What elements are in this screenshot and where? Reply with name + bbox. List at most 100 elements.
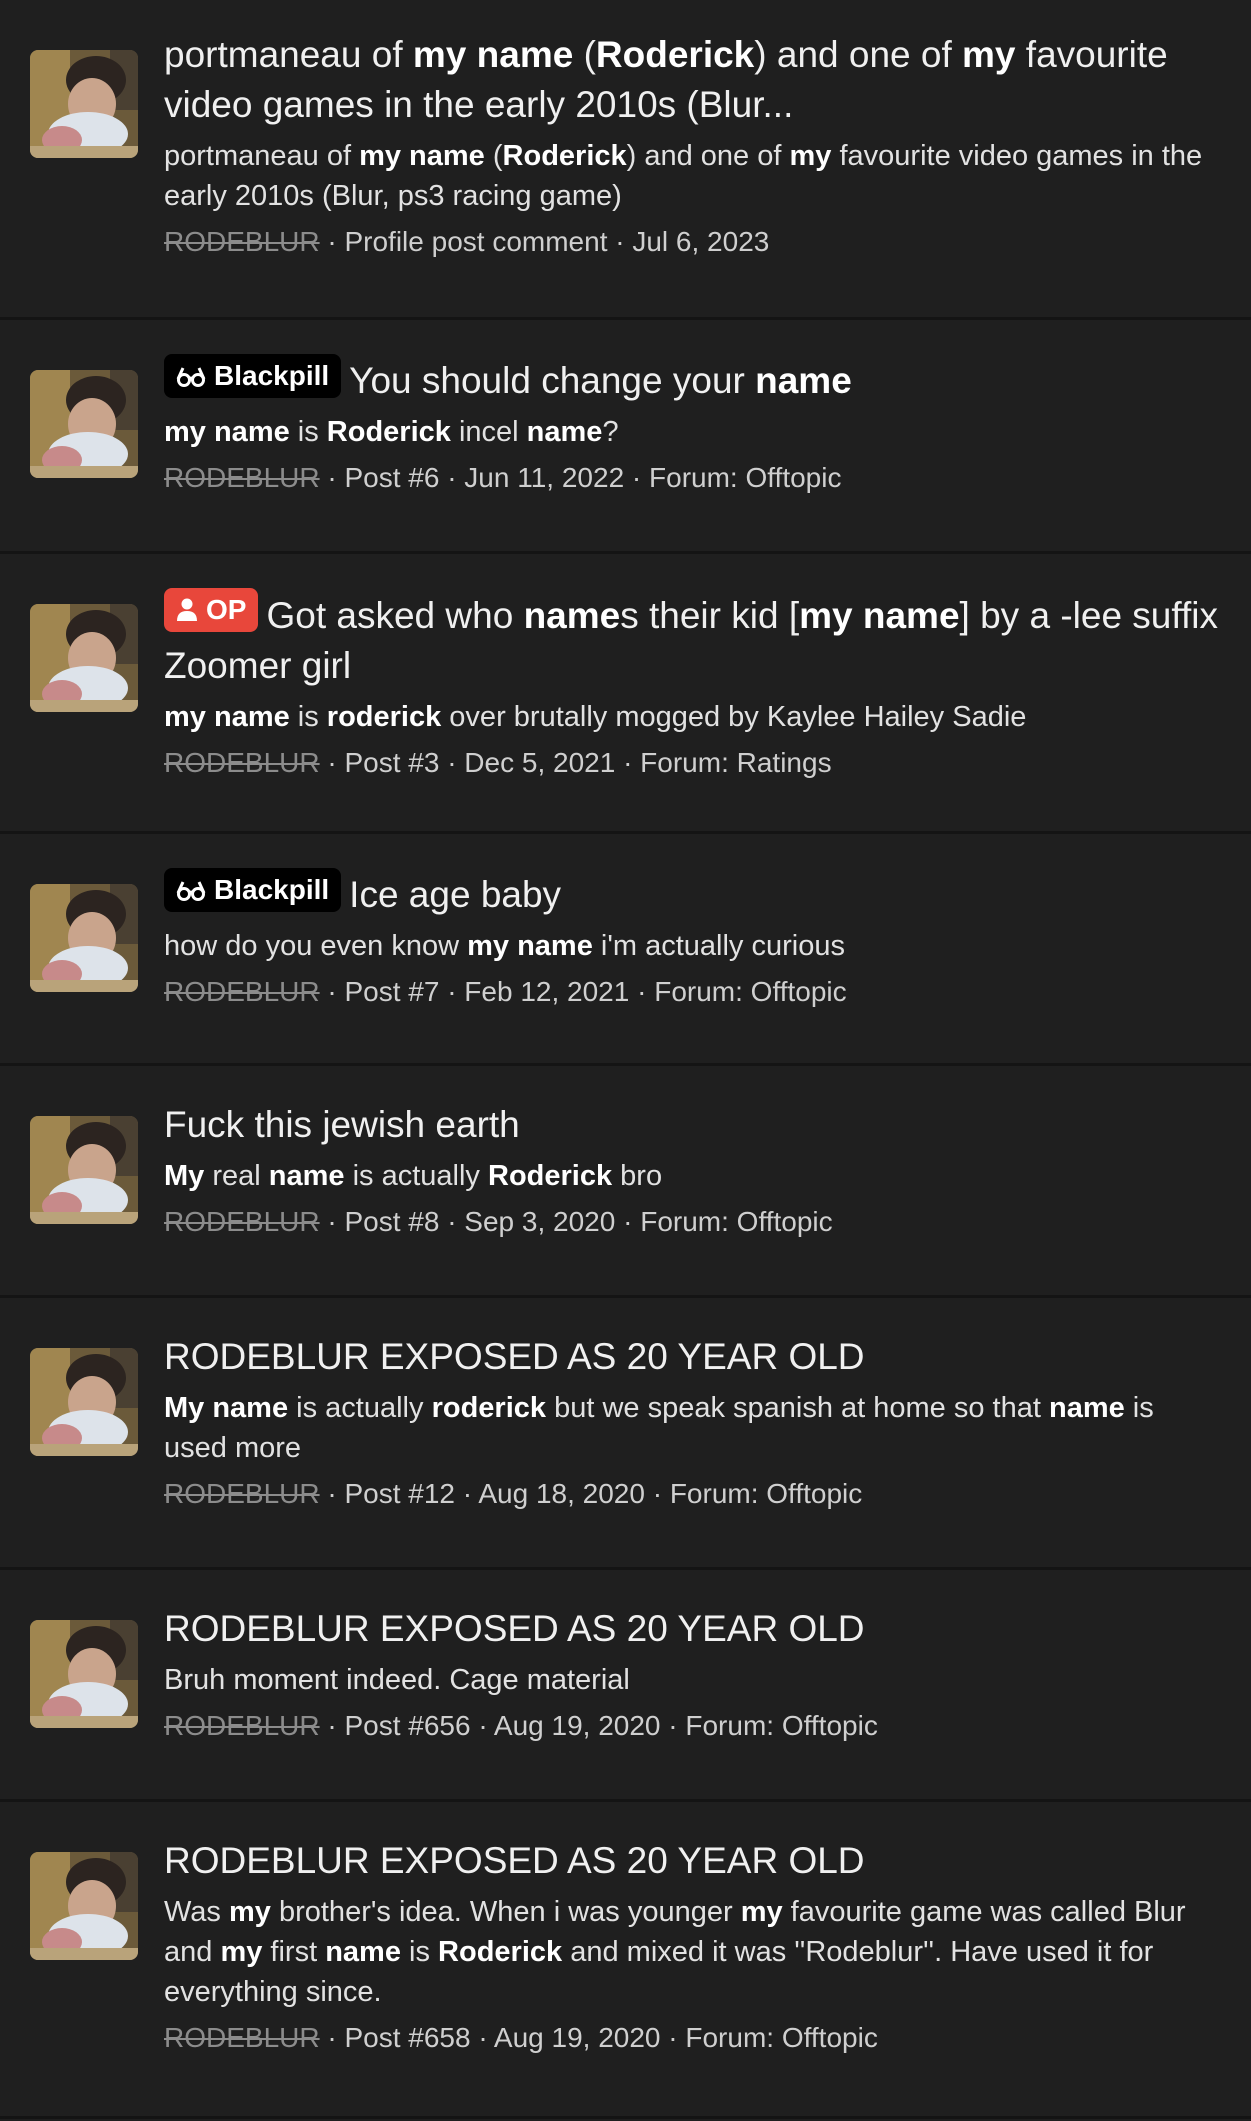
result-content: portmaneau of my name (Roderick) and one… [164, 30, 1221, 262]
highlighted-term: Roderick [488, 1160, 613, 1192]
text-fragment: RODEBLUR EXPOSED AS 20 YEAR OLD [164, 1608, 865, 1649]
text-fragment: is [289, 416, 327, 448]
search-result[interactable]: RODEBLUR EXPOSED AS 20 YEAR OLD My name i… [0, 1298, 1251, 1570]
highlighted-term: My [164, 1160, 205, 1192]
text-fragment: bro [612, 1160, 663, 1192]
avatar[interactable] [30, 1116, 138, 1224]
avatar[interactable] [30, 1852, 138, 1960]
result-title-link[interactable]: RODEBLUR EXPOSED AS 20 YEAR OLD [164, 1604, 1221, 1654]
text-fragment: is [289, 701, 327, 733]
result-meta: RODEBLUR · Profile post comment · Jul 6,… [164, 222, 1221, 262]
highlighted-term: My name [164, 1392, 289, 1424]
search-result[interactable]: RODEBLUR EXPOSED AS 20 YEAR OLD Was my br… [0, 1802, 1251, 2119]
user-icon [176, 598, 198, 622]
result-content: RODEBLUR EXPOSED AS 20 YEAR OLD Bruh mome… [164, 1604, 1221, 1746]
result-title-link[interactable]: portmaneau of my name (Roderick) and one… [164, 30, 1221, 130]
text-fragment: ) and one of [754, 34, 963, 75]
result-meta: RODEBLUR · Post #6 · Jun 11, 2022 · Foru… [164, 458, 1221, 498]
result-title-link[interactable]: RODEBLUR EXPOSED AS 20 YEAR OLD [164, 1836, 1221, 1886]
text-fragment: ) and one of [626, 140, 790, 172]
result-content: OP Got asked who names their kid [my name… [164, 588, 1221, 783]
avatar[interactable] [30, 604, 138, 712]
meta-info: · Post #6 · Jun 11, 2022 · Forum: Offtop… [319, 462, 842, 493]
snippet-line: early 2010s (Blur, ps3 racing game) [164, 180, 622, 212]
text-fragment: Got asked who [266, 595, 524, 636]
snippet-line: used more [164, 1432, 302, 1464]
search-result[interactable]: Blackpill Ice age baby how do you even kno… [0, 834, 1251, 1066]
text-fragment: ? [602, 416, 619, 448]
result-snippet: portmaneau of my name (Roderick) and one… [164, 136, 1221, 216]
result-snippet: Bruh moment indeed. Cage material [164, 1660, 1221, 1700]
result-snippet: how do you even know my name i'm actuall… [164, 926, 1221, 966]
author-link[interactable]: RODEBLUR [164, 226, 320, 257]
highlighted-term: my name [799, 595, 960, 636]
author-link[interactable]: RODEBLUR [164, 1710, 320, 1741]
highlighted-term: name [1048, 1392, 1125, 1424]
title-line: video games in the early 2010s (Blur... [164, 84, 794, 125]
highlighted-term: name [526, 416, 603, 448]
avatar[interactable] [30, 884, 138, 992]
avatar[interactable] [30, 1620, 138, 1728]
highlighted-term: my name [412, 34, 574, 75]
result-content: Fuck this jewish earth My real name is ac… [164, 1100, 1221, 1242]
highlighted-term: my [740, 1896, 783, 1928]
text-fragment: Bruh moment indeed. Cage material [164, 1664, 630, 1696]
highlighted-term: my [228, 1896, 271, 1928]
highlighted-term: my name [164, 701, 290, 733]
author-link[interactable]: RODEBLUR [164, 976, 320, 1007]
result-meta: RODEBLUR · Post #3 · Dec 5, 2021 · Forum… [164, 743, 1221, 783]
glasses-icon [176, 879, 206, 901]
search-result[interactable]: RODEBLUR EXPOSED AS 20 YEAR OLD Bruh mome… [0, 1570, 1251, 1802]
result-snippet: my name is roderick over brutally mogged… [164, 697, 1221, 737]
highlighted-term: roderick [431, 1392, 547, 1424]
search-result[interactable]: portmaneau of my name (Roderick) and one… [0, 0, 1251, 320]
highlighted-term: my [962, 34, 1016, 75]
text-fragment: everything since. [164, 1976, 382, 2008]
text-fragment: over brutally mogged by Kaylee Hailey Sa… [441, 701, 1027, 733]
result-content: RODEBLUR EXPOSED AS 20 YEAR OLD Was my br… [164, 1836, 1221, 2058]
search-result[interactable]: Fuck this jewish earth My real name is ac… [0, 1066, 1251, 1298]
result-snippet: my name is Roderick incel name? [164, 412, 1221, 452]
glasses-icon [176, 365, 206, 387]
result-meta: RODEBLUR · Post #658 · Aug 19, 2020 · Fo… [164, 2018, 1221, 2058]
text-fragment: ( [484, 140, 503, 172]
blackpill-badge: Blackpill [164, 354, 342, 398]
search-result[interactable]: Blackpill You should change your name my n… [0, 320, 1251, 554]
highlighted-term: Roderick [326, 416, 451, 448]
search-result[interactable]: OP Got asked who names their kid [my name… [0, 554, 1251, 834]
author-link[interactable]: RODEBLUR [164, 1478, 320, 1509]
author-link[interactable]: RODEBLUR [164, 462, 320, 493]
highlighted-term: name [325, 1936, 401, 1968]
text-fragment: portmaneau of [164, 140, 360, 172]
highlighted-term: my name [164, 416, 290, 448]
result-title-link[interactable]: Blackpill Ice age baby [164, 868, 1221, 920]
result-title-link[interactable]: Blackpill You should change your name [164, 354, 1221, 406]
avatar[interactable] [30, 50, 138, 158]
meta-info: · Post #3 · Dec 5, 2021 · Forum: Ratings [319, 747, 832, 778]
avatar[interactable] [30, 370, 138, 478]
text-fragment: and mixed it was ''Rodeblur''. Have used… [562, 1936, 1154, 1968]
badge-label: Blackpill [214, 360, 330, 391]
text-fragment: Was [164, 1896, 229, 1928]
author-link[interactable]: RODEBLUR [164, 747, 320, 778]
result-title-link[interactable]: Fuck this jewish earth [164, 1100, 1221, 1150]
highlighted-term: roderick [326, 701, 442, 733]
highlighted-term: my [220, 1936, 263, 1968]
meta-info: · Profile post comment · Jul 6, 2023 [319, 226, 770, 257]
result-title-link[interactable]: OP Got asked who names their kid [my name… [164, 588, 1221, 691]
text-fragment: is [1124, 1392, 1154, 1424]
highlighted-term: name [755, 360, 852, 401]
title-line: Zoomer girl [164, 645, 352, 686]
search-results-list: portmaneau of my name ( Roderick ) and one… [0, 0, 1251, 2119]
meta-info: · Post #7 · Feb 12, 2021 · Forum: Offtop… [319, 976, 847, 1007]
text-fragment: s their kid [ [620, 595, 800, 636]
result-meta: RODEBLUR · Post #7 · Feb 12, 2021 · Foru… [164, 972, 1221, 1012]
author-link[interactable]: RODEBLUR [164, 1206, 320, 1237]
author-link[interactable]: RODEBLUR [164, 2022, 320, 2053]
avatar[interactable] [30, 1348, 138, 1456]
text-fragment: favourite [1015, 34, 1168, 75]
result-content: Blackpill You should change your name my n… [164, 354, 1221, 498]
text-fragment: Fuck this jewish earth [164, 1104, 520, 1145]
result-title-link[interactable]: RODEBLUR EXPOSED AS 20 YEAR OLD [164, 1332, 1221, 1382]
result-snippet: My name is actually roderick but we spea… [164, 1388, 1221, 1468]
